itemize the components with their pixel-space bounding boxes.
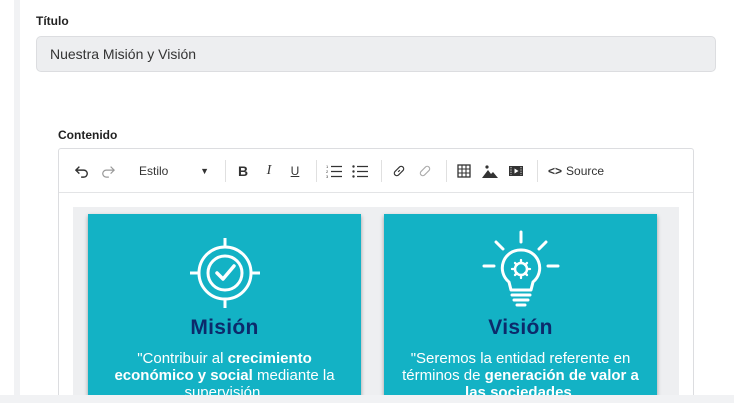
source-button[interactable]: <> Source xyxy=(548,164,604,178)
toolbar-separator xyxy=(537,159,538,182)
toolbar-separator xyxy=(316,159,317,182)
vision-title: Visión xyxy=(488,316,553,339)
toolbar-separator xyxy=(225,159,226,182)
table-icon[interactable] xyxy=(453,160,475,182)
link-icon[interactable] xyxy=(388,160,410,182)
vision-quote: "Seremos la entidad referente en término… xyxy=(394,350,647,401)
source-label: Source xyxy=(566,163,605,178)
code-icon: <> xyxy=(548,163,563,178)
mision-quote: "Contribuir al crecimiento económico y s… xyxy=(98,350,351,401)
vision-card: Visión "Seremos la entidad referente en … xyxy=(384,214,657,403)
left-rule xyxy=(14,0,20,403)
bulleted-list-icon[interactable] xyxy=(349,160,371,182)
mision-quote-start: "Contribuir al xyxy=(137,350,228,367)
bold-button[interactable]: B xyxy=(232,160,254,182)
mision-title: Misión xyxy=(190,316,259,339)
bottom-band xyxy=(0,395,734,403)
titulo-input[interactable]: Nuestra Misión y Visión xyxy=(36,36,716,72)
lightbulb-gear-icon xyxy=(482,230,559,307)
svg-text:3: 3 xyxy=(326,174,329,178)
editor-toolbar: Estilo ▼ B I U 123 <> Source xyxy=(59,149,693,193)
target-check-icon xyxy=(189,238,260,308)
undo-icon[interactable] xyxy=(71,160,93,182)
toolbar-separator xyxy=(381,159,382,182)
video-icon[interactable] xyxy=(505,160,527,182)
italic-button[interactable]: I xyxy=(258,160,280,182)
unlink-icon[interactable] xyxy=(414,160,436,182)
toolbar-separator xyxy=(446,159,447,182)
editor-content-area[interactable]: Misión "Contribuir al crecimiento económ… xyxy=(73,207,679,403)
titulo-label: Título xyxy=(36,14,69,28)
mision-card: Misión "Contribuir al crecimiento económ… xyxy=(88,214,361,403)
contenido-label: Contenido xyxy=(58,128,118,142)
chevron-down-icon: ▼ xyxy=(200,165,209,176)
redo-icon[interactable] xyxy=(97,160,119,182)
style-dropdown-label: Estilo xyxy=(139,163,169,178)
underline-button[interactable]: U xyxy=(284,160,306,182)
image-icon[interactable] xyxy=(479,160,501,182)
style-dropdown[interactable]: Estilo ▼ xyxy=(123,164,219,178)
rich-text-editor: Estilo ▼ B I U 123 <> Source Misión "Con… xyxy=(58,148,694,403)
numbered-list-icon[interactable]: 123 xyxy=(323,160,345,182)
